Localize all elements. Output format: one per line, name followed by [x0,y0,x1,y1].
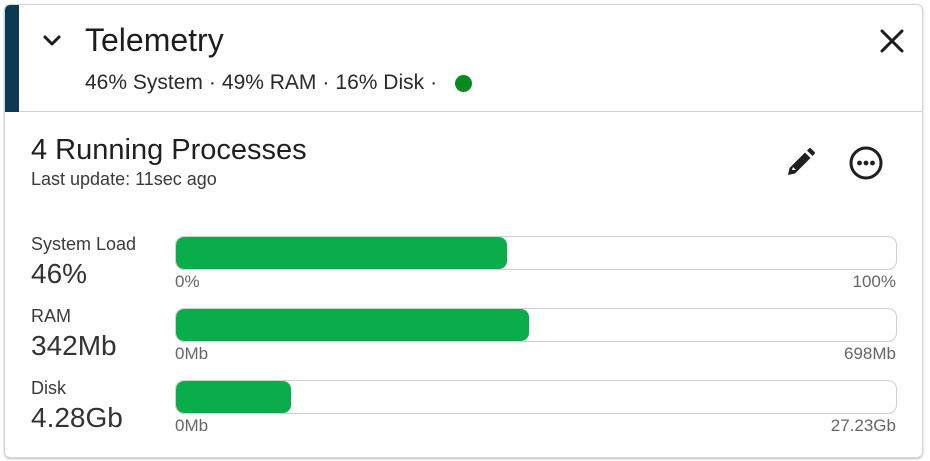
card-title: Telemetry [85,22,224,58]
summary-system: 46% System [85,71,203,94]
range-max: 698Mb [844,344,896,363]
more-icon[interactable] [847,144,885,182]
chevron-down-icon[interactable] [39,28,65,54]
range-max: 27.23Gb [830,416,896,435]
metric-disk: Disk 4.28Gb 0Mb 27.23Gb [5,377,922,447]
metric-label: RAM [31,306,71,326]
progress-fill [176,237,508,269]
metric-value: 4.28Gb [31,402,123,433]
range-min: 0Mb [175,416,209,435]
metric-value: 46% [31,258,88,289]
range-min: 0Mb [175,344,209,363]
telemetry-card: Telemetry 46% System · 49% RAM · 16% Dis… [4,4,923,458]
card-body: 4 Running Processes Last update: 11sec a… [5,113,922,457]
progress-track [175,236,897,270]
range-max: 100% [852,272,896,291]
progress-track [175,380,897,414]
metric-label: Disk [31,378,66,398]
status-dot [455,74,473,92]
header-accent-stripe [5,5,19,112]
close-icon[interactable] [877,26,907,56]
metric-system-load: System Load 46% 0% 100% [5,233,922,303]
metric-value: 342Mb [31,330,117,361]
progress-fill [176,381,292,413]
pencil-icon[interactable] [783,146,817,180]
metric-label: System Load [31,234,137,254]
last-update-text: Last update: 11sec ago [31,169,217,189]
processes-title: 4 Running Processes [31,134,307,166]
telemetry-summary: 46% System · 49% RAM · 16% Disk · [85,70,473,96]
summary-disk: 16% Disk [335,71,425,94]
progress-fill [176,309,529,341]
metric-ram: RAM 342Mb 0Mb 698Mb [5,305,922,375]
summary-separator: · [322,71,330,94]
summary-ram: 49% RAM [221,71,317,94]
summary-separator: · [208,71,216,94]
range-min: 0% [175,272,200,291]
card-header: Telemetry 46% System · 49% RAM · 16% Dis… [5,5,922,112]
summary-separator: · [430,71,438,94]
progress-track [175,308,897,342]
